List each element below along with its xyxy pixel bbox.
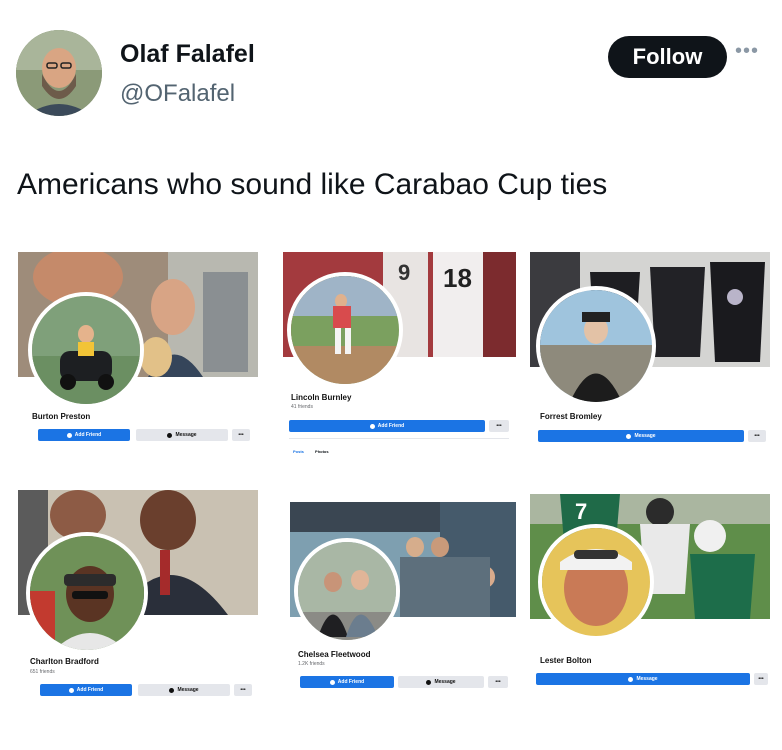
message-button[interactable]: Message — [538, 430, 744, 442]
tab-posts[interactable]: Posts — [293, 449, 304, 454]
messenger-icon — [628, 676, 634, 682]
add-friend-icon — [66, 432, 72, 438]
profile-name[interactable]: Lester Bolton — [540, 656, 592, 665]
friend-count: 651 friends — [30, 669, 55, 675]
profile-card: Chelsea Fleetwood 1.2K friends Add Frien… — [290, 502, 516, 698]
friend-count: 1.2K friends — [298, 661, 325, 667]
more-options-icon[interactable]: ••• — [735, 40, 759, 63]
add-friend-icon — [329, 679, 335, 685]
profile-card: Charlton Bradford 651 friends Add Friend… — [18, 490, 258, 700]
tab-photos[interactable]: Photos — [315, 449, 329, 454]
more-options-button[interactable]: ••• — [488, 676, 508, 688]
profile-card: 7 Lester Bolton Message ••• — [530, 494, 770, 694]
messenger-icon — [426, 679, 432, 685]
svg-text:9: 9 — [398, 260, 410, 285]
more-options-button[interactable]: ••• — [754, 673, 768, 685]
follow-button[interactable]: Follow — [608, 36, 727, 78]
messenger-icon — [626, 433, 632, 439]
more-options-button[interactable]: ••• — [234, 684, 252, 696]
message-button[interactable]: Message — [536, 673, 750, 685]
message-button[interactable]: Message — [138, 684, 230, 696]
profile-card: Burton Preston Add Friend Message ••• — [18, 252, 258, 448]
message-button[interactable]: Message — [136, 429, 228, 441]
profile-card: 18 9 Lincoln Burnley 41 friends Add Frie… — [283, 252, 516, 462]
profile-name[interactable]: Charlton Bradford — [30, 657, 99, 666]
add-friend-button[interactable]: Add Friend — [40, 684, 132, 696]
svg-text:7: 7 — [575, 499, 587, 524]
author-avatar[interactable] — [16, 30, 102, 116]
profile-name[interactable]: Lincoln Burnley — [291, 393, 351, 402]
add-friend-button[interactable]: Add Friend — [289, 420, 485, 432]
message-button[interactable]: Message — [398, 676, 484, 688]
profile-picture[interactable] — [287, 272, 403, 388]
profile-picture[interactable] — [536, 286, 656, 406]
profile-name[interactable]: Burton Preston — [32, 412, 90, 421]
messenger-icon — [169, 687, 175, 693]
add-friend-icon — [68, 687, 74, 693]
profile-picture[interactable] — [294, 538, 400, 644]
author-name[interactable]: Olaf Falafel — [120, 40, 255, 69]
more-options-button[interactable]: ••• — [489, 420, 509, 432]
add-friend-button[interactable]: Add Friend — [300, 676, 394, 688]
author-handle[interactable]: @OFalafel — [120, 80, 235, 108]
more-options-button[interactable]: ••• — [232, 429, 250, 441]
more-options-button[interactable]: ••• — [748, 430, 766, 442]
profile-picture[interactable] — [28, 292, 144, 408]
profile-name[interactable]: Forrest Bromley — [540, 412, 602, 421]
profile-tabs: Posts Photos — [293, 449, 339, 454]
tab-divider — [289, 438, 509, 439]
profile-card: Forrest Bromley Message ••• — [530, 252, 770, 452]
add-friend-icon — [369, 423, 375, 429]
profile-picture[interactable] — [26, 532, 148, 654]
tweet-text: Americans who sound like Carabao Cup tie… — [17, 168, 608, 201]
add-friend-button[interactable]: Add Friend — [38, 429, 130, 441]
messenger-icon — [167, 432, 173, 438]
friend-count: 41 friends — [291, 404, 313, 410]
profile-name[interactable]: Chelsea Fleetwood — [298, 650, 370, 659]
profile-picture[interactable] — [538, 524, 654, 640]
svg-text:18: 18 — [443, 263, 472, 293]
